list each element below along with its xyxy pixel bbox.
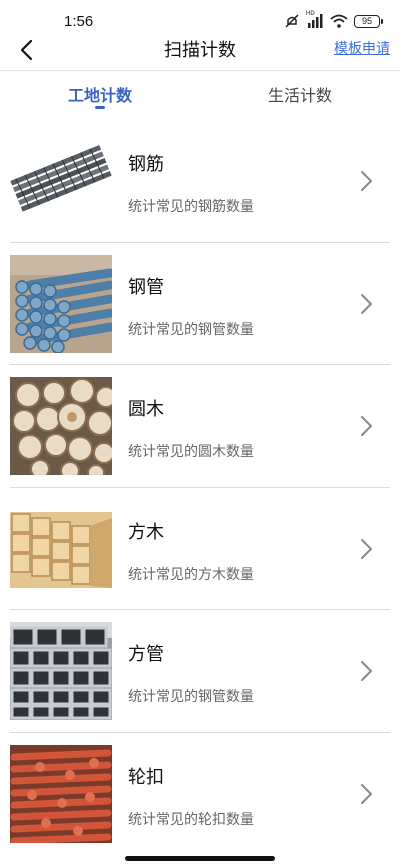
network-label: HD <box>306 11 315 17</box>
square-tube-thumbnail <box>10 622 112 721</box>
item-title: 轮扣 <box>128 766 164 788</box>
status-time: 1:56 <box>64 13 94 30</box>
item-description: 统计常见的轮扣数量 <box>128 811 254 828</box>
tab-site-count[interactable]: 工地计数 <box>0 82 200 106</box>
status-icons: HD 95 <box>284 11 383 29</box>
mute-icon <box>284 13 300 29</box>
template-apply-link[interactable]: 模板申请 <box>334 38 390 58</box>
item-title: 钢筋 <box>128 154 164 175</box>
item-title: 方管 <box>128 644 164 666</box>
item-description: 统计常见的方木数量 <box>128 566 254 583</box>
chevron-right-icon <box>361 538 372 559</box>
rebar-thumbnail <box>10 132 112 230</box>
list-item-square-tube[interactable]: 方管 统计常见的钢管数量 <box>10 610 390 733</box>
battery-icon: 95 <box>354 14 383 28</box>
item-title: 圆木 <box>128 399 164 421</box>
chevron-right-icon <box>361 293 372 314</box>
item-title: 钢管 <box>128 276 164 298</box>
signal-icon: HD <box>306 11 324 28</box>
list-item-steel-pipe[interactable]: 钢管 统计常见的钢管数量 <box>10 243 390 366</box>
square-timber-thumbnail <box>10 499 112 598</box>
item-description: 统计常见的圆木数量 <box>128 444 254 461</box>
list-item-rebar[interactable]: 钢筋 统计常见的钢筋数量 <box>10 120 390 243</box>
tab-life-count[interactable]: 生活计数 <box>200 82 400 106</box>
item-title: 方木 <box>128 521 164 543</box>
chevron-right-icon <box>361 171 372 191</box>
item-description: 统计常见的钢筋数量 <box>128 199 254 215</box>
list-item-round-log[interactable]: 圆木 统计常见的圆木数量 <box>10 365 390 488</box>
chevron-right-icon <box>361 416 372 437</box>
home-indicator[interactable] <box>125 856 275 861</box>
nav-divider <box>0 70 400 71</box>
round-log-thumbnail <box>10 377 112 476</box>
list-item-square-timber[interactable]: 方木 统计常见的方木数量 <box>10 488 390 611</box>
tab-active-indicator <box>95 106 105 109</box>
list-item-wheel-buckle[interactable]: 轮扣 统计常见的轮扣数量 <box>10 733 390 856</box>
item-description: 统计常见的钢管数量 <box>128 321 254 338</box>
category-list: 钢筋 统计常见的钢筋数量 钢管 统计常见的钢管数量 圆木 统计常见的圆木数量 方… <box>10 120 390 856</box>
steel-pipe-thumbnail <box>10 254 112 353</box>
item-description: 统计常见的钢管数量 <box>128 689 254 706</box>
wheel-buckle-thumbnail <box>10 744 112 843</box>
wifi-icon <box>330 14 348 28</box>
tab-bar: 工地计数 生活计数 <box>0 74 400 118</box>
chevron-right-icon <box>361 783 372 804</box>
nav-bar: 扫描计数 模板申请 <box>0 30 400 70</box>
chevron-right-icon <box>361 661 372 682</box>
